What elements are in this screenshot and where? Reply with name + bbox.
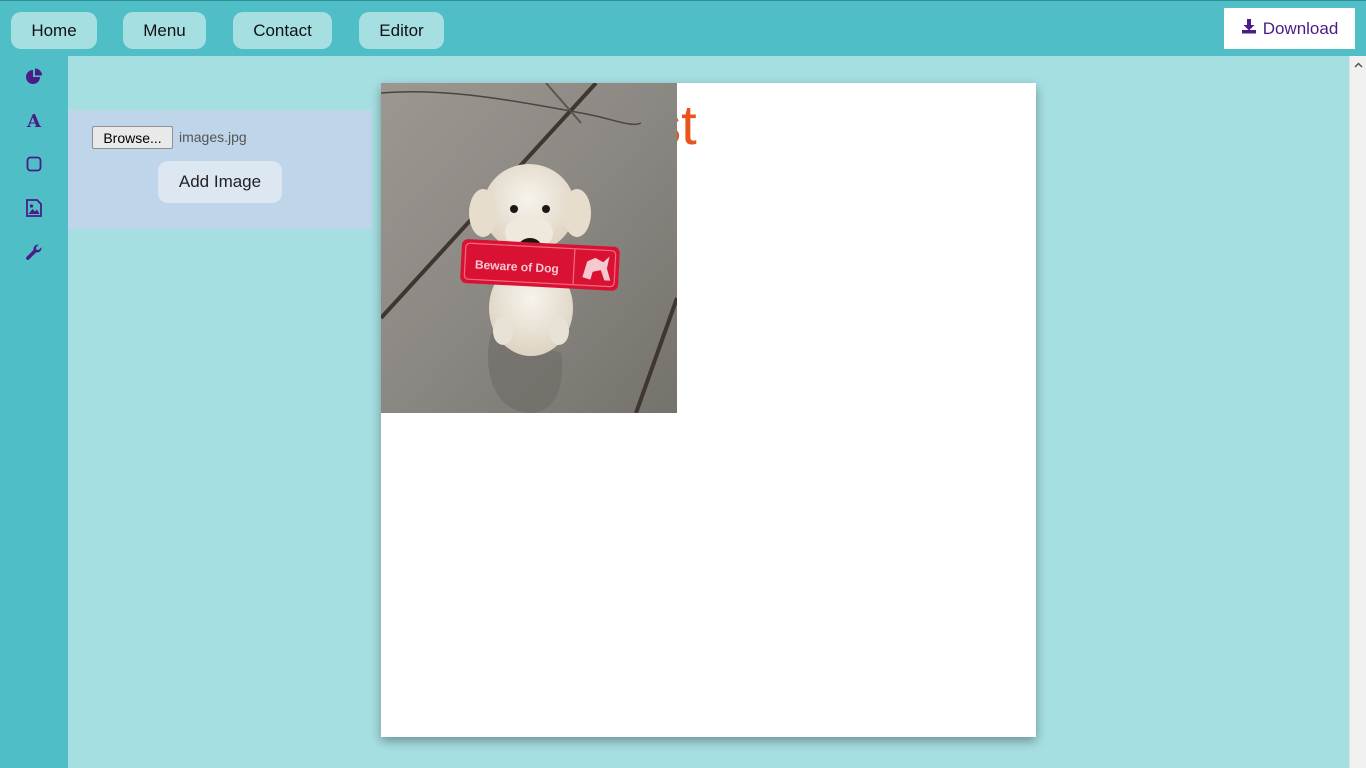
nav-editor-button[interactable]: Editor (359, 12, 444, 49)
top-nav-bar: Home Menu Contact Editor Download (0, 0, 1366, 56)
selected-file-name: images.jpg (179, 129, 247, 145)
square-icon[interactable] (23, 153, 45, 175)
download-label: Download (1262, 18, 1339, 38)
text-icon[interactable]: A (23, 110, 45, 132)
download-icon (1241, 18, 1257, 39)
browse-button[interactable]: Browse... (92, 126, 173, 149)
pie-chart-icon[interactable] (23, 66, 45, 88)
nav-menu-button[interactable]: Menu (123, 12, 206, 49)
page-scrollbar[interactable] (1349, 56, 1366, 768)
wrench-icon[interactable] (23, 241, 45, 263)
nav-contact-button[interactable]: Contact (233, 12, 332, 49)
nav-home-button[interactable]: Home (11, 12, 97, 49)
download-button[interactable]: Download (1224, 8, 1355, 49)
canvas-image-dog[interactable]: Beware of Dog (381, 83, 677, 413)
add-image-button[interactable]: Add Image (158, 161, 282, 203)
image-icon[interactable] (23, 197, 45, 219)
design-canvas[interactable]: Test (381, 83, 1036, 737)
tool-sidebar: A (0, 56, 68, 768)
image-upload-panel: Browse... images.jpg Add Image (68, 110, 372, 229)
scroll-up-arrow-icon[interactable] (1350, 56, 1366, 73)
